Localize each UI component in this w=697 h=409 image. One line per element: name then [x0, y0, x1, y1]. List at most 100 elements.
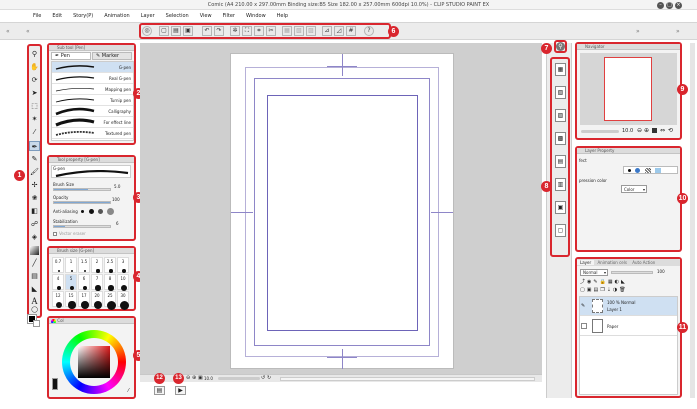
material-icon-3[interactable]: ▨: [555, 109, 566, 122]
status-zoom-value[interactable]: 10.0: [204, 376, 213, 381]
brush-size-cell[interactable]: 2.5: [104, 257, 116, 273]
lock-icon[interactable]: 🔒: [600, 279, 608, 285]
layer-opacity-value[interactable]: 100: [657, 269, 665, 274]
brush-row-calligraphy[interactable]: Calligraphy: [52, 106, 133, 117]
collapse-left-icon[interactable]: «: [6, 28, 10, 35]
navigator-zoom-slider[interactable]: [581, 130, 619, 133]
vector-eraser-checkbox[interactable]: [53, 232, 57, 236]
fit-icon[interactable]: ▣: [198, 375, 203, 381]
fill-icon[interactable]: ⛶: [242, 26, 252, 36]
collapse-right-icon[interactable]: »: [676, 28, 680, 35]
brush-size-cell[interactable]: 0.7: [52, 257, 64, 273]
ruler-icon[interactable]: ◣: [30, 285, 39, 294]
search-icon[interactable]: ⚲: [556, 42, 565, 51]
new-file-icon[interactable]: ▢: [159, 26, 169, 36]
zoom-in-icon[interactable]: ⊕: [192, 375, 196, 381]
navigator-fit-icon[interactable]: [652, 128, 657, 133]
effect-tone-icon[interactable]: [635, 168, 640, 173]
brush-row-effectline[interactable]: For effect line: [52, 117, 133, 128]
brush-size-cell[interactable]: 17: [78, 291, 90, 309]
navigator-zoom-out-icon[interactable]: ⊖: [637, 127, 642, 134]
text-tool-icon[interactable]: A: [30, 296, 39, 306]
antialiasing-options[interactable]: [79, 208, 129, 215]
menu-file[interactable]: File: [33, 12, 41, 21]
open-file-icon[interactable]: ▤: [171, 26, 181, 36]
material-icon-5[interactable]: ▤: [555, 155, 566, 168]
brush-size-slider[interactable]: [53, 188, 111, 191]
frame-border-icon[interactable]: ▤: [30, 272, 39, 281]
brush-size-cell[interactable]: 30: [117, 291, 129, 310]
clip-layer-icon[interactable]: ⤴: [580, 279, 587, 285]
airbrush-icon[interactable]: ✢: [30, 181, 39, 190]
rotate-tool-icon[interactable]: ⟳: [30, 76, 39, 85]
snap-special-ruler-icon[interactable]: ◿: [334, 26, 344, 36]
show-selection-icon[interactable]: ▧: [294, 26, 304, 36]
save-icon[interactable]: ▣: [183, 26, 193, 36]
menu-story[interactable]: Story(P): [73, 12, 93, 21]
main-color-swatch[interactable]: [52, 378, 58, 390]
brush-tool-icon[interactable]: 🖌: [30, 168, 39, 177]
layer-opacity-slider[interactable]: [611, 271, 653, 274]
navigator-rotate-icon[interactable]: ⟲: [668, 127, 673, 134]
brush-size-cell[interactable]: 4: [52, 274, 64, 291]
gradient-icon[interactable]: [30, 246, 39, 255]
menu-animation[interactable]: Animation: [104, 12, 130, 21]
color-wheel[interactable]: [62, 330, 126, 394]
brush-size-cell[interactable]: 1.5: [78, 257, 90, 273]
effect-extract-icon[interactable]: [655, 168, 661, 173]
material-icon-6[interactable]: ▥: [555, 178, 566, 191]
brush-size-cell[interactable]: 25: [104, 291, 116, 310]
snap-ruler-icon[interactable]: ⊿: [322, 26, 332, 36]
lock-transparent-icon[interactable]: ▦: [608, 279, 615, 285]
material-icon-2[interactable]: ▧: [555, 86, 566, 99]
undo-icon[interactable]: ↶: [202, 26, 212, 36]
horizontal-scrollbar[interactable]: [280, 377, 535, 381]
menu-help[interactable]: Help: [277, 12, 288, 21]
blend-mode-select[interactable]: Normal ▾: [580, 269, 608, 276]
decoration-icon[interactable]: ❀: [30, 194, 39, 203]
navigator-zoom-value[interactable]: 10.0: [622, 128, 633, 134]
clip-studio-icon[interactable]: ◎: [142, 26, 152, 36]
menu-selection[interactable]: Selection: [166, 12, 189, 21]
sub-color-icon[interactable]: [33, 320, 40, 327]
redo-icon[interactable]: ↷: [214, 26, 224, 36]
aa-none-icon[interactable]: [81, 210, 84, 213]
auto-action-tab[interactable]: Auto Action: [630, 260, 657, 265]
deselect-icon[interactable]: ✂: [266, 26, 276, 36]
new-raster-icon[interactable]: ▢: [580, 287, 587, 293]
canvas-page[interactable]: [230, 53, 454, 369]
fill-tool-icon[interactable]: ◈: [30, 233, 39, 242]
snap-grid-icon[interactable]: #: [346, 26, 356, 36]
stabilization-slider[interactable]: [53, 225, 111, 228]
brush-size-cell[interactable]: 12: [52, 291, 64, 309]
eraser-icon[interactable]: ◧: [30, 207, 39, 216]
navigator-preview[interactable]: [580, 53, 677, 125]
brush-row-mapping[interactable]: Mapping pen: [52, 84, 133, 95]
pen-tool-icon[interactable]: ✒: [29, 141, 40, 151]
crop-icon[interactable]: ▨: [306, 26, 316, 36]
blend-icon[interactable]: ☍: [30, 220, 39, 229]
minimize-button[interactable]: –: [657, 2, 664, 9]
animation-cels-tab[interactable]: Animation cels: [595, 260, 629, 265]
menu-edit[interactable]: Edit: [52, 12, 62, 21]
help-icon[interactable]: ?: [364, 26, 374, 36]
brush-row-textured[interactable]: Textured pen: [52, 128, 133, 139]
material-icon-8[interactable]: ▢: [555, 224, 566, 237]
close-button[interactable]: ×: [675, 2, 682, 9]
brush-size-cell[interactable]: 20: [91, 291, 103, 310]
delete-layer-icon[interactable]: 🗑: [619, 287, 627, 293]
brush-row-realgpen[interactable]: Real G-pen: [52, 73, 133, 84]
material-icon-4[interactable]: ▩: [555, 132, 566, 145]
layer-row-1[interactable]: ✎ 100 % Normal Layer 1: [580, 297, 677, 316]
brush-row-gpen[interactable]: G-pen: [52, 62, 133, 73]
collapse-right2-icon[interactable]: »: [636, 28, 640, 35]
brush-size-cell[interactable]: 5: [65, 274, 77, 291]
effect-layer-color-icon[interactable]: [645, 168, 651, 173]
canvas-area[interactable]: [140, 43, 542, 374]
navigator-zoom-in-icon[interactable]: ⊕: [644, 127, 649, 134]
aa-medium-icon[interactable]: [98, 209, 103, 214]
color-wheel-tab-icon[interactable]: [51, 318, 56, 323]
invert-selection-icon[interactable]: ▦: [282, 26, 292, 36]
subtool-tab-pen[interactable]: ✒ Pen: [51, 52, 91, 60]
pencil-tool-icon[interactable]: ✎: [30, 155, 39, 164]
